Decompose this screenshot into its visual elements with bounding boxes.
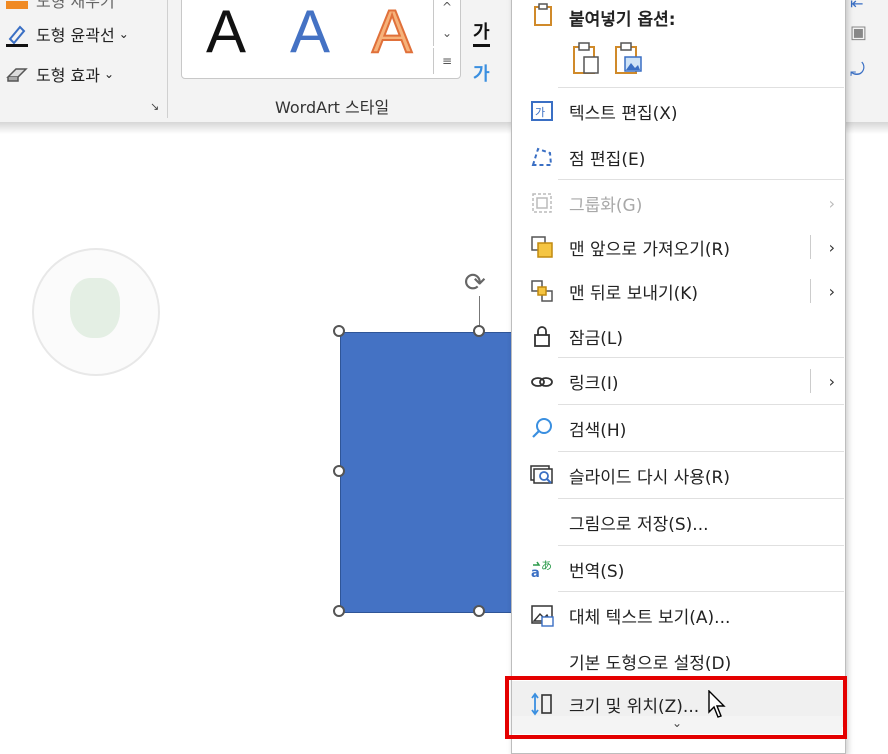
shape-outline-label: 도형 윤곽선 xyxy=(36,26,115,45)
shape-effects-label: 도형 효과 xyxy=(36,66,100,85)
group-separator xyxy=(167,0,168,118)
paste-keep-source-icon[interactable] xyxy=(570,41,602,79)
wordart-group-label: WordArt 스타일 xyxy=(275,98,390,117)
paste-as-picture-icon[interactable] xyxy=(612,41,644,79)
menu-item-label: 점 편집(E) xyxy=(569,149,646,170)
menu-item-label: 텍스트 편집(X) xyxy=(569,103,678,124)
rotate-icon[interactable]: ⤾ xyxy=(850,60,865,81)
edit-points-icon xyxy=(530,145,554,169)
text-fill-icon[interactable]: 가 xyxy=(473,18,490,47)
rotate-handle-icon[interactable]: ⟳ xyxy=(464,268,486,298)
menu-item-search[interactable]: 검색(H) xyxy=(512,405,845,451)
resize-handle-top-left[interactable] xyxy=(333,325,345,337)
wordart-style-blue[interactable]: A xyxy=(290,0,330,66)
gallery-scroll-up-icon[interactable]: ^ xyxy=(433,0,460,20)
alt-text-icon xyxy=(530,603,554,627)
resize-handle-middle-left[interactable] xyxy=(333,465,345,477)
resize-handle-bottom-left[interactable] xyxy=(333,605,345,617)
chevron-right-icon[interactable]: › xyxy=(829,282,835,301)
menu-item-lock[interactable]: 잠금(L) xyxy=(512,313,845,359)
shape-effects-button[interactable]: 도형 효과 ⌄ xyxy=(4,62,114,86)
chevron-right-icon[interactable]: › xyxy=(829,372,835,391)
menu-item-bring-to-front[interactable]: 맨 앞으로 가져오기(R) › xyxy=(512,224,845,270)
shape-outline-button[interactable]: 도형 윤곽선 ⌄ xyxy=(4,22,129,47)
menu-item-label: 링크(I) xyxy=(569,373,619,394)
context-menu: 붙여넣기 옵션: 가 텍스트 편집(X) 점 편집(E) 그룹화(G) › 맨 … xyxy=(511,0,846,754)
menu-item-label: 슬라이드 다시 사용(R) xyxy=(569,467,731,488)
menu-item-label: 대체 텍스트 보기(A)... xyxy=(569,607,731,628)
menu-item-label: 검색(H) xyxy=(569,420,627,441)
split-separator xyxy=(810,279,811,303)
paste-options-icon xyxy=(532,3,554,31)
chevron-down-icon: ⌄ xyxy=(103,67,115,81)
dialog-launcher-icon[interactable]: ↘ xyxy=(150,100,162,113)
link-icon xyxy=(530,369,554,393)
svg-text:가: 가 xyxy=(535,106,545,119)
highlight-box xyxy=(505,676,847,739)
paste-options-title: 붙여넣기 옵션: xyxy=(569,10,676,30)
svg-text:a: a xyxy=(531,566,540,581)
translate-icon: aあ xyxy=(530,557,554,581)
watermark-logo xyxy=(32,248,160,376)
svg-text:あ: あ xyxy=(541,559,552,572)
split-separator xyxy=(810,369,811,393)
menu-item-label: 그림으로 저장(S)... xyxy=(569,514,709,535)
menu-item-label: 그룹화(G) xyxy=(569,195,643,216)
menu-item-edit-points[interactable]: 점 편집(E) xyxy=(512,134,845,180)
text-effects-icon[interactable]: 가 xyxy=(473,60,490,86)
arrange-icon[interactable]: ⇤ xyxy=(850,0,863,13)
split-separator xyxy=(810,235,811,259)
menu-item-reuse-slides[interactable]: 슬라이드 다시 사용(R) xyxy=(512,452,845,498)
menu-item-save-as-picture[interactable]: 그림으로 저장(S)... xyxy=(512,499,845,545)
search-icon xyxy=(530,416,554,440)
menu-item-group[interactable]: 그룹화(G) › xyxy=(512,180,845,226)
wordart-gallery: A A A xyxy=(181,0,461,79)
shape-fill-icon xyxy=(4,0,30,11)
mouse-cursor-icon xyxy=(708,689,728,724)
gallery-more-icon[interactable]: ≡ xyxy=(433,48,460,74)
pen-icon xyxy=(4,23,30,47)
wordart-style-black[interactable]: A xyxy=(206,0,246,66)
resize-handle-top-middle[interactable] xyxy=(473,325,485,337)
chevron-right-icon[interactable]: › xyxy=(829,238,835,257)
menu-item-label: 잠금(L) xyxy=(569,328,624,349)
menu-item-label: 기본 도형으로 설정(D) xyxy=(569,653,732,674)
chevron-down-icon: ⌄ xyxy=(118,27,129,41)
menu-item-link[interactable]: 링크(I) › xyxy=(512,358,845,404)
menu-item-send-to-back[interactable]: 맨 뒤로 보내기(K) › xyxy=(512,268,845,314)
resize-handle-bottom-middle[interactable] xyxy=(473,605,485,617)
ribbon-arrange-partial: ⇤ ▣ ⤾ xyxy=(846,0,888,122)
selected-rectangle-shape[interactable] xyxy=(340,332,532,613)
edit-text-icon: 가 xyxy=(530,99,554,123)
menu-item-label: 번역(S) xyxy=(569,561,625,582)
bring-to-front-icon xyxy=(530,235,554,259)
menu-item-translate[interactable]: aあ 번역(S) xyxy=(512,546,845,592)
menu-item-alt-text[interactable]: 대체 텍스트 보기(A)... xyxy=(512,592,845,638)
wordart-style-orange[interactable]: A xyxy=(371,0,413,66)
group-icon xyxy=(530,191,554,215)
menu-item-label: 맨 앞으로 가져오기(R) xyxy=(569,239,731,260)
shape-effects-icon xyxy=(4,63,30,85)
reuse-slides-icon xyxy=(530,463,554,487)
lock-icon xyxy=(530,324,554,348)
gallery-scroll-down-icon[interactable]: ⌄ xyxy=(433,20,460,46)
shape-fill-button[interactable]: 도형 채우기 xyxy=(4,0,115,12)
group-objects-icon[interactable]: ▣ xyxy=(850,22,867,43)
menu-item-edit-text[interactable]: 가 텍스트 편집(X) xyxy=(512,88,845,134)
dino-mascot xyxy=(70,278,120,338)
chevron-right-icon: › xyxy=(828,193,835,213)
menu-item-label: 맨 뒤로 보내기(K) xyxy=(569,283,699,304)
shape-fill-label: 도형 채우기 xyxy=(36,0,115,11)
send-to-back-icon xyxy=(530,279,554,303)
